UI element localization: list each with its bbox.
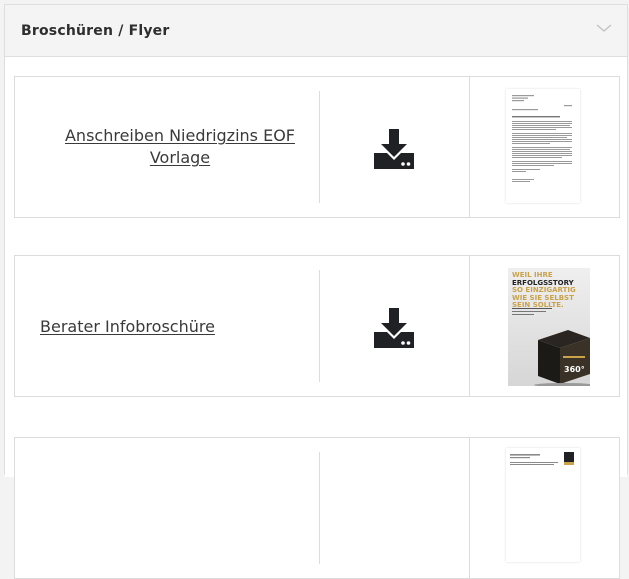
panel-header[interactable]: Broschüren / Flyer xyxy=(5,5,627,57)
thumbnail-cell xyxy=(469,438,619,578)
item-link[interactable]: Anschreiben Niedrigzins EOF Vorlage xyxy=(37,125,323,169)
panel-body: Anschreiben Niedrigzins EOF Vorlage Bera… xyxy=(5,57,627,579)
headline-line: SEIN SOLLTE. xyxy=(512,301,564,309)
card-divider xyxy=(319,270,320,382)
download-icon[interactable] xyxy=(372,306,416,350)
item-link[interactable]: Berater Infobroschüre xyxy=(40,316,326,338)
download-item xyxy=(14,437,620,579)
thumbnail-cell: WEIL IHRE ERFOLGSSTORY SO EINZIGARTIG WI… xyxy=(469,256,619,396)
download-item: Anschreiben Niedrigzins EOF Vorlage xyxy=(14,76,620,218)
download-item: Berater Infobroschüre WEIL IHRE ERFOLGSS… xyxy=(14,255,620,397)
item-link-line-1: Anschreiben Niedrigzins EOF xyxy=(64,126,295,145)
document-thumbnail[interactable] xyxy=(506,448,580,562)
thumbnail-cell xyxy=(469,77,619,217)
brochure-thumbnail[interactable]: WEIL IHRE ERFOLGSSTORY SO EINZIGARTIG WI… xyxy=(508,268,590,386)
brochure-panel: Broschüren / Flyer Anschreiben Niedrigzi… xyxy=(4,4,628,579)
card-divider xyxy=(319,91,320,203)
panel-title: Broschüren / Flyer xyxy=(21,23,170,39)
chevron-down-icon[interactable] xyxy=(595,21,613,35)
download-icon[interactable] xyxy=(372,127,416,171)
cube-number: 360° xyxy=(564,365,585,374)
item-link-line-2: Vorlage xyxy=(149,148,211,167)
document-thumbnail[interactable] xyxy=(506,89,580,203)
brochure-headline: WEIL IHRE ERFOLGSSTORY SO EINZIGARTIG WI… xyxy=(512,271,576,310)
